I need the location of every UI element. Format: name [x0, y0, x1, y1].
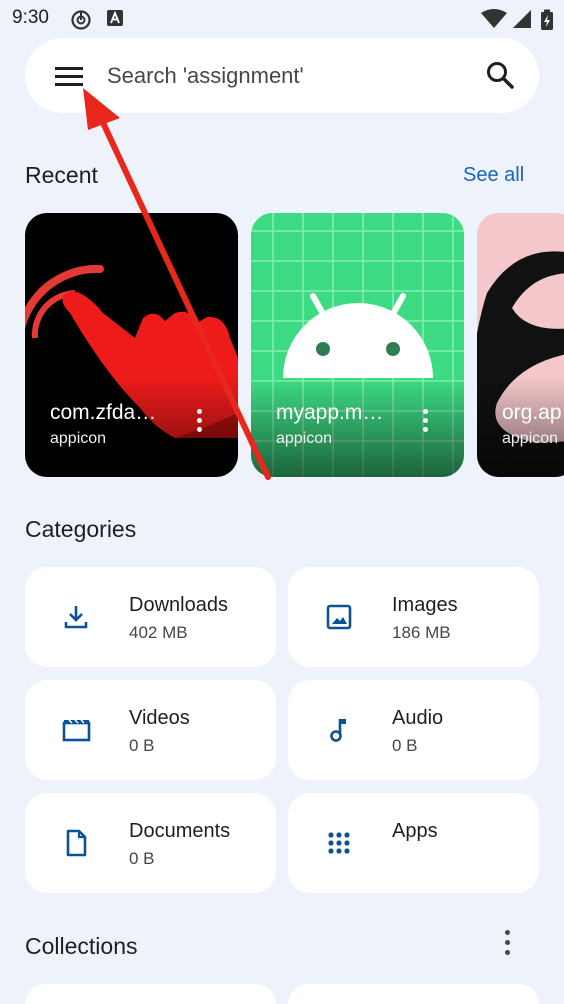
more-vert-icon[interactable] — [419, 409, 431, 437]
category-size: 0 B — [129, 849, 155, 868]
see-all-link[interactable]: See all — [463, 164, 524, 187]
more-vert-icon[interactable] — [500, 930, 514, 958]
category-apps[interactable]: Apps — [288, 793, 539, 893]
category-label: Images — [392, 594, 458, 616]
document-icon — [66, 829, 87, 857]
category-label: Documents — [129, 820, 231, 842]
image-icon — [326, 604, 352, 630]
recent-card-name: org.ap — [502, 401, 562, 424]
battery-charging-icon — [541, 9, 553, 30]
search-bar[interactable]: Search 'assignment' — [25, 38, 539, 113]
recent-card[interactable]: myapp.m… appicon — [251, 213, 464, 477]
card-shade — [251, 377, 464, 477]
collection-card[interactable] — [288, 984, 539, 1004]
category-label: Videos — [129, 707, 190, 729]
card-shade — [25, 377, 238, 477]
category-downloads[interactable]: Downloads 402 MB — [25, 567, 276, 667]
recent-card[interactable]: org.ap appicon — [477, 213, 564, 477]
category-images[interactable]: Images 186 MB — [288, 567, 539, 667]
category-size: 0 B — [129, 736, 155, 755]
category-audio[interactable]: Audio 0 B — [288, 680, 539, 780]
status-time: 9:30 — [12, 7, 49, 28]
category-label: Apps — [392, 820, 438, 842]
recent-card-subtitle: appicon — [502, 430, 559, 447]
keyboard-a-icon — [107, 10, 123, 26]
collections-title: Collections — [25, 933, 138, 959]
media-sync-icon — [71, 10, 91, 30]
category-videos[interactable]: Videos 0 B — [25, 680, 276, 780]
recent-card-name: myapp.m… — [276, 401, 384, 424]
recent-title: Recent — [25, 162, 98, 188]
cell-signal-icon — [513, 10, 531, 28]
category-size: 402 MB — [129, 623, 188, 642]
download-icon — [64, 606, 88, 629]
search-icon[interactable] — [483, 58, 517, 92]
recent-card[interactable]: com.zfda… appicon — [25, 213, 238, 477]
recent-card-subtitle: appicon — [276, 430, 333, 447]
category-size: 186 MB — [392, 623, 451, 642]
more-vert-icon[interactable] — [193, 409, 205, 437]
video-icon — [62, 719, 91, 742]
search-input[interactable]: Search 'assignment' — [107, 63, 304, 89]
category-label: Downloads — [129, 594, 228, 616]
hamburger-menu-icon[interactable] — [53, 62, 85, 90]
recent-card-subtitle: appicon — [50, 430, 107, 447]
category-label: Audio — [392, 707, 444, 729]
recent-card-name: com.zfda… — [50, 401, 157, 424]
wifi-icon — [481, 9, 507, 28]
music-note-icon — [330, 719, 346, 742]
collection-card[interactable] — [25, 984, 276, 1004]
apps-grid-icon — [328, 832, 350, 854]
card-shade — [477, 377, 564, 477]
category-size: 0 B — [392, 736, 418, 755]
categories-title: Categories — [25, 516, 137, 542]
status-bar: 9:30 — [0, 0, 564, 36]
category-documents[interactable]: Documents 0 B — [25, 793, 276, 893]
